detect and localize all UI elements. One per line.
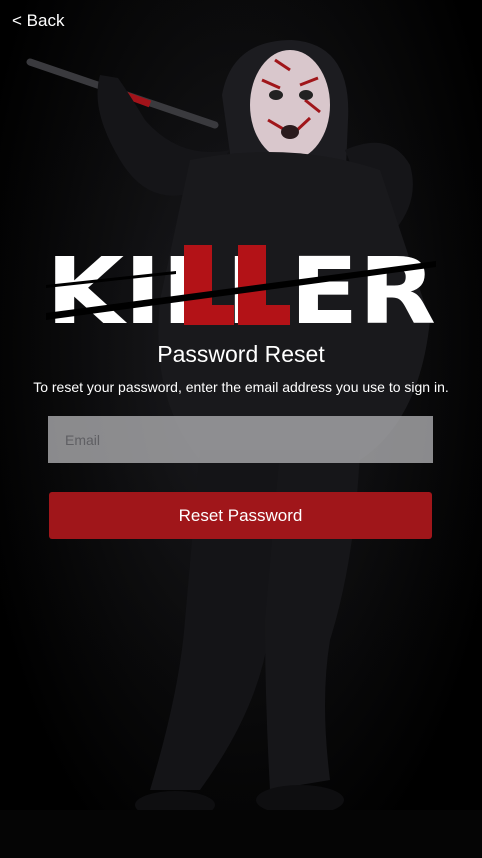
killer-logo: KILLER [46,243,436,325]
page-title: Password Reset [157,341,325,367]
back-link[interactable]: < Back [12,10,64,32]
email-field[interactable] [48,416,433,463]
password-reset-screen: < Back KILLER Password Reset To reset yo… [0,0,482,858]
reset-password-button[interactable]: Reset Password [49,492,432,539]
instructions-text: To reset your password, enter the email … [33,379,449,395]
